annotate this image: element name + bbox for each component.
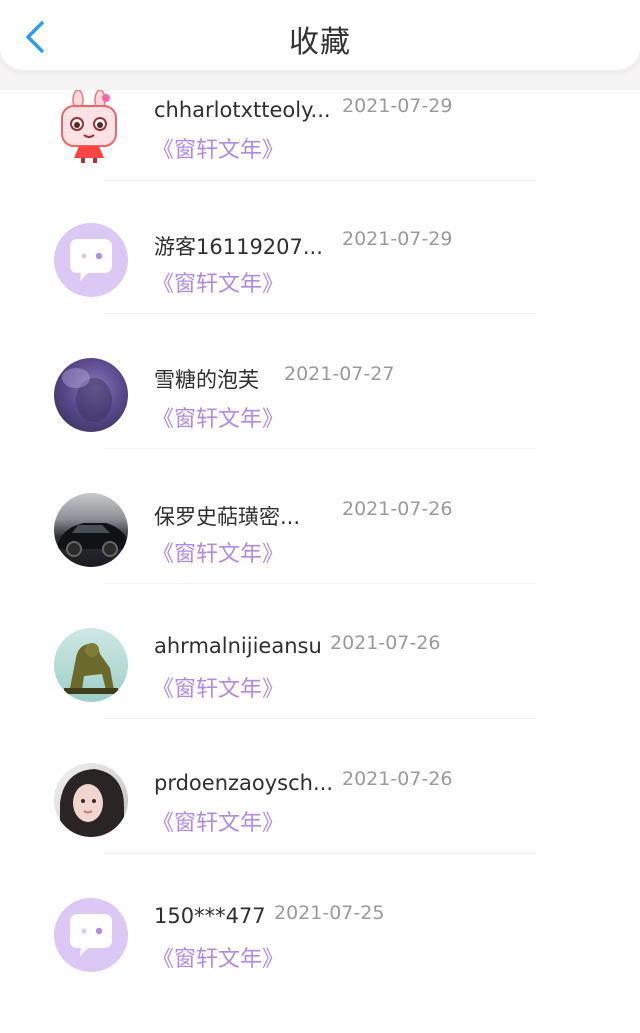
leopard-statue-icon <box>64 643 118 694</box>
book-title-link[interactable]: 《窗轩文年》 <box>152 671 284 703</box>
list-item[interactable]: ahrmalnijieansu 2021-07-26 《窗轩文年》 <box>0 628 640 763</box>
book-title-link[interactable]: 《窗轩文年》 <box>152 266 284 298</box>
sports-car-icon <box>58 523 126 557</box>
favorite-date: 2021-07-29 <box>342 95 453 117</box>
avatar[interactable] <box>54 763 128 837</box>
book-title-link[interactable]: 《窗轩文年》 <box>152 132 284 164</box>
user-name: 游客16119207... <box>154 235 323 259</box>
avatar[interactable] <box>54 898 128 972</box>
user-name: ahrmalnijieansu <box>154 634 322 658</box>
favorite-date: 2021-07-29 <box>342 228 453 250</box>
divider <box>104 313 536 314</box>
book-title-link[interactable]: 《窗轩文年》 <box>152 536 284 568</box>
list-item[interactable]: 保罗史萜璜密... 2021-07-26 《窗轩文年》 <box>0 493 640 628</box>
list-item[interactable]: 雪糖的泡芙 2021-07-27 《窗轩文年》 <box>0 358 640 493</box>
list-item[interactable]: prdoenzaoysch... 2021-07-26 《窗轩文年》 <box>0 763 640 898</box>
favorite-date: 2021-07-26 <box>342 768 453 790</box>
list-item[interactable]: 150***477 2021-07-25 《窗轩文年》 <box>0 898 640 1033</box>
book-title-link[interactable]: 《窗轩文年》 <box>152 805 284 837</box>
divider <box>104 583 536 584</box>
avatar[interactable] <box>54 90 128 164</box>
favorite-date: 2021-07-26 <box>342 498 453 520</box>
favorite-date: 2021-07-27 <box>284 363 395 385</box>
avatar[interactable] <box>54 493 128 567</box>
divider <box>104 180 536 181</box>
chat-bubble-icon <box>70 914 112 956</box>
user-name: prdoenzaoysch... <box>154 771 333 795</box>
girl-photo-icon <box>60 769 124 837</box>
user-name: 雪糖的泡芙 <box>154 368 259 392</box>
avatar[interactable] <box>54 628 128 702</box>
chat-bubble-icon <box>70 239 112 281</box>
user-name: chharlotxtteoly... <box>154 98 331 122</box>
list-item[interactable]: 游客16119207... 2021-07-29 《窗轩文年》 <box>0 223 640 358</box>
user-name: 保罗史萜璜密... <box>154 505 301 529</box>
avatar[interactable] <box>54 223 128 297</box>
list-item[interactable]: chharlotxtteoly... 2021-07-29 《窗轩文年》 <box>0 90 640 225</box>
avatar[interactable] <box>54 358 128 432</box>
top-bar: 收藏 <box>0 0 640 70</box>
divider <box>104 853 536 854</box>
cartoon-rabbit-icon <box>61 90 117 163</box>
divider <box>104 448 536 449</box>
purple-photo-icon <box>62 368 112 422</box>
book-title-link[interactable]: 《窗轩文年》 <box>152 941 284 973</box>
book-title-link[interactable]: 《窗轩文年》 <box>152 401 284 433</box>
page-title: 收藏 <box>289 25 351 60</box>
divider <box>104 718 536 719</box>
user-name: 150***477 <box>154 904 266 928</box>
favorite-date: 2021-07-25 <box>274 902 385 924</box>
favorite-date: 2021-07-26 <box>330 632 441 654</box>
